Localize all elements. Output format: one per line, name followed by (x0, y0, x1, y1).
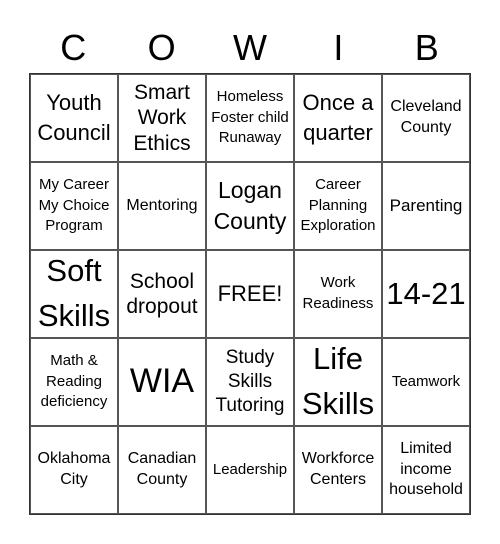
bingo-cell-text: Logan County (213, 176, 287, 234)
bingo-cell[interactable]: Career Planning Exploration (294, 162, 382, 250)
bingo-cell-text: Leadership (212, 460, 288, 478)
bingo-cell-text: Homeless Foster child Runaway (211, 87, 289, 147)
bingo-cell-text: WIA (129, 362, 195, 401)
bingo-cell[interactable]: Cleveland County (382, 74, 470, 162)
bingo-cell[interactable]: Soft Skills (30, 250, 118, 338)
bingo-cell[interactable]: Work Readiness (294, 250, 382, 338)
bingo-cell[interactable]: Mentoring (118, 162, 206, 250)
header-letter-o: O (147, 27, 176, 68)
bingo-cell-text: Cleveland County (390, 98, 462, 136)
bingo-cell-text: Study Skills Tutoring (215, 347, 285, 416)
bingo-cell-text: Teamwork (391, 372, 461, 390)
header-letter-c: C (60, 27, 87, 68)
bingo-cell-text: Mentoring (126, 196, 198, 214)
bingo-cell-text: Career Planning Exploration (300, 175, 376, 235)
bingo-cell-text: Soft Skills (37, 253, 111, 333)
bingo-cell-text: Math & Reading deficiency (40, 351, 108, 411)
bingo-cell[interactable]: Canadian County (118, 426, 206, 514)
bingo-cell-text: Smart Work Ethics (133, 81, 191, 155)
bingo-cell[interactable]: Math & Reading deficiency (30, 338, 118, 426)
bingo-cell[interactable]: Teamwork (382, 338, 470, 426)
bingo-cell[interactable]: Once a quarter (294, 74, 382, 162)
bingo-header: C O W I B (29, 26, 471, 70)
bingo-cell-text: Oklahoma City (37, 450, 111, 488)
bingo-cell[interactable]: Homeless Foster child Runaway (206, 74, 294, 162)
bingo-cell-text: Parenting (389, 195, 463, 215)
header-letter-w: W (233, 27, 267, 68)
bingo-cell[interactable]: Youth Council (30, 74, 118, 162)
bingo-cell[interactable]: Study Skills Tutoring (206, 338, 294, 426)
bingo-cell[interactable]: Limited income household (382, 426, 470, 514)
bingo-cell-text: School dropout (126, 269, 198, 318)
bingo-cell[interactable]: FREE! (206, 250, 294, 338)
header-letter-b: B (414, 27, 439, 68)
bingo-cell[interactable]: School dropout (118, 250, 206, 338)
header-letter-i: I (333, 27, 344, 68)
bingo-cell[interactable]: Logan County (206, 162, 294, 250)
bingo-cell[interactable]: 14-21 (382, 250, 470, 338)
bingo-cell[interactable]: WIA (118, 338, 206, 426)
bingo-cell-text: Once a quarter (302, 89, 374, 145)
bingo-cell-text: Limited income household (389, 439, 463, 499)
bingo-cell[interactable]: Life Skills (294, 338, 382, 426)
bingo-cell-text: Work Readiness (302, 274, 374, 312)
bingo-board: Youth Council Smart Work Ethics Homeless F… (29, 73, 471, 515)
bingo-cell[interactable]: Workforce Centers (294, 426, 382, 514)
bingo-cell-text: 14-21 (386, 275, 466, 311)
bingo-cell-text: My Career My Choice Program (38, 175, 110, 235)
bingo-cell[interactable]: My Career My Choice Program (30, 162, 118, 250)
bingo-cell[interactable]: Smart Work Ethics (118, 74, 206, 162)
bingo-cell[interactable]: Oklahoma City (30, 426, 118, 514)
bingo-cell[interactable]: Leadership (206, 426, 294, 514)
bingo-cell-text: Youth Council (37, 89, 111, 145)
bingo-cell[interactable]: Parenting (382, 162, 470, 250)
bingo-cell-text: Workforce Centers (301, 450, 375, 488)
bingo-cell-text: Canadian County (127, 450, 197, 488)
bingo-cell-text: FREE! (217, 280, 283, 306)
bingo-cell-text: Life Skills (301, 341, 375, 421)
